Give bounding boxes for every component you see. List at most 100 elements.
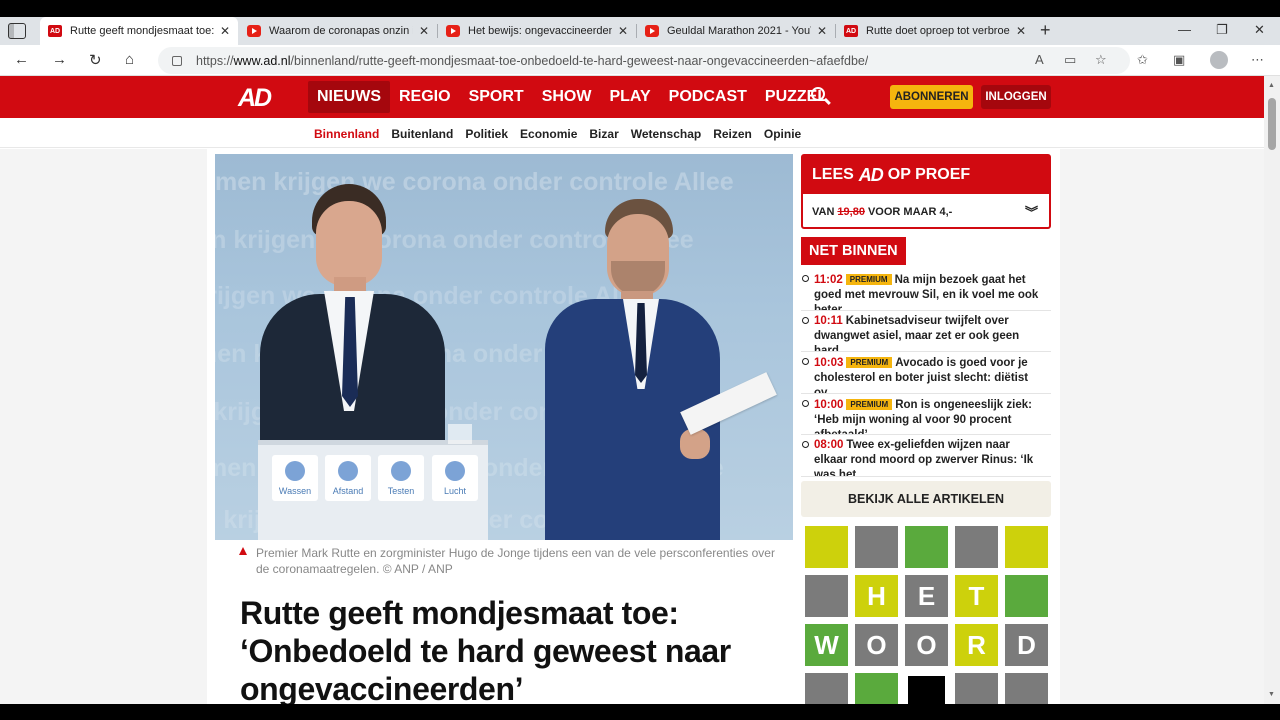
minimize-icon[interactable]: — — [1178, 22, 1191, 37]
browser-tab[interactable]: AD Rutte geeft mondjesmaat toe: 'O ✕ — [40, 17, 238, 45]
news-list: 11:02 PREMIUM Na mijn bezoek gaat het goed… — [801, 269, 1051, 477]
nav-item-play[interactable]: PLAY — [600, 81, 659, 113]
back-icon[interactable]: ← — [14, 51, 29, 68]
news-item[interactable]: 10:03 PREMIUM Avocado is goed voor je chol… — [801, 352, 1051, 394]
news-time: 10:11 — [814, 314, 843, 327]
tab-title: Geuldal Marathon 2021 - YouTub — [667, 25, 811, 37]
url-text[interactable]: https://www.ad.nl/binnenland/rutte-geeft… — [196, 54, 868, 68]
tab-separator — [437, 24, 438, 38]
scrollbar-thumb[interactable] — [1268, 98, 1276, 150]
youtube-favicon-icon — [645, 25, 659, 37]
address-bar[interactable]: https://www.ad.nl/binnenland/rutte-geeft… — [158, 47, 1130, 74]
scroll-down-icon[interactable]: ▼ — [1268, 691, 1275, 698]
maximize-icon[interactable]: ❐ — [1216, 22, 1228, 38]
word-tile: W — [805, 624, 848, 666]
letterbox-bottom — [0, 704, 1280, 720]
premium-badge: PREMIUM — [845, 274, 892, 285]
refresh-icon[interactable]: ↻ — [89, 51, 102, 69]
trial-offer[interactable]: VAN 19,80 VOOR MAAR 4,- ︾ — [803, 194, 1049, 229]
sign-afstand: Afstand — [325, 455, 371, 501]
close-window-icon[interactable]: ✕ — [1254, 22, 1265, 38]
main-nav: NIEUWS REGIO SPORT SHOW PLAY PODCAST PUZZEL — [308, 81, 836, 113]
caption-triangle-icon — [239, 547, 247, 555]
word-tile — [955, 526, 998, 568]
close-tab-icon[interactable]: ✕ — [220, 24, 230, 38]
browser-tab[interactable]: Het bewijs: ongevaccineerden pe ✕ — [438, 17, 636, 45]
subnav-item-buitenland[interactable]: Buitenland — [391, 127, 453, 141]
all-articles-button[interactable]: BEKIJK ALLE ARTIKELEN — [801, 481, 1051, 517]
subnav-item-wetenschap[interactable]: Wetenschap — [631, 127, 701, 141]
tab-title: Rutte geeft mondjesmaat toe: 'O — [70, 25, 214, 37]
hero-photo[interactable]: men krijgen we corona onder controle All… — [215, 154, 793, 540]
browser-tab[interactable]: Geuldal Marathon 2021 - YouTub ✕ — [637, 17, 835, 45]
subnav-item-opinie[interactable]: Opinie — [764, 127, 801, 141]
ad-logo[interactable]: AD — [238, 84, 272, 113]
close-tab-icon[interactable]: ✕ — [1016, 24, 1026, 38]
browser-window: AD Rutte geeft mondjesmaat toe: 'O ✕ Waarom… — [0, 0, 1280, 720]
word-tile: H — [855, 575, 898, 617]
read-aloud-icon[interactable]: A — [1035, 52, 1044, 67]
news-item[interactable]: 11:02 PREMIUM Na mijn bezoek gaat het goed… — [801, 269, 1051, 311]
page-scrollbar[interactable]: ▲ ▼ — [1264, 76, 1280, 704]
nav-item-show[interactable]: SHOW — [533, 81, 601, 113]
trial-subscription-box[interactable]: LEES AD OP PROEF VAN 19,80 VOOR MAAR 4,-… — [801, 154, 1051, 229]
subnav-item-bizar[interactable]: Bizar — [589, 127, 618, 141]
chevron-down-icon[interactable]: ︾ — [1025, 202, 1038, 221]
home-icon[interactable]: ⌂ — [125, 51, 134, 68]
premium-badge: PREMIUM — [846, 398, 893, 410]
word-tile — [805, 526, 848, 568]
subscribe-button[interactable]: ABONNEREN — [890, 85, 973, 109]
close-tab-icon[interactable]: ✕ — [419, 24, 429, 38]
tab-actions-icon[interactable] — [8, 23, 26, 39]
more-menu-icon[interactable]: ⋯ — [1251, 52, 1264, 68]
sub-nav: Binnenland Buitenland Politiek Economie Biza… — [0, 118, 1264, 148]
word-tile — [1005, 526, 1048, 568]
site-header: AD NIEUWS REGIO SPORT SHOW PLAY PODCAST PUZZEL… — [0, 76, 1264, 118]
search-icon[interactable] — [811, 87, 825, 101]
browser-tab[interactable]: AD Rutte doet oproep tot verbroede ✕ — [836, 17, 1034, 45]
immersive-reader-icon[interactable]: ▭ — [1064, 52, 1076, 68]
login-button[interactable]: INLOGGEN — [981, 85, 1051, 109]
nav-item-regio[interactable]: REGIO — [390, 81, 460, 113]
word-tile — [805, 575, 848, 617]
tab-separator — [636, 24, 637, 38]
news-item[interactable]: 08:00 Twee ex-geliefden wijzen naar elkaa… — [801, 435, 1051, 477]
news-item[interactable]: 10:00 PREMIUM Ron is ongeneeslijk ziek: ‘H… — [801, 394, 1051, 435]
word-tile — [855, 526, 898, 568]
news-title: Kabinetsadviseur twijfelt over dwangwet … — [814, 314, 1020, 352]
close-tab-icon[interactable]: ✕ — [817, 24, 827, 38]
favorites-icon[interactable]: ✩ — [1137, 52, 1148, 68]
subnav-item-reizen[interactable]: Reizen — [713, 127, 752, 141]
subnav-item-economie[interactable]: Economie — [520, 127, 577, 141]
subnav-item-binnenland[interactable]: Binnenland — [314, 127, 379, 141]
person-right — [545, 199, 725, 540]
tab-title: Rutte doet oproep tot verbroede — [866, 25, 1010, 37]
subnav-item-politiek[interactable]: Politiek — [465, 127, 508, 141]
word-tile: R — [955, 624, 998, 666]
word-tile: O — [855, 624, 898, 666]
nav-item-nieuws[interactable]: NIEUWS — [308, 81, 390, 113]
ad-favicon-icon: AD — [48, 25, 62, 37]
browser-tab[interactable]: Waarom de coronapas onzin is. · ✕ — [239, 17, 437, 45]
word-tile — [1005, 575, 1048, 617]
nav-item-sport[interactable]: SPORT — [460, 81, 533, 113]
photo-caption: Premier Mark Rutte en zorgminister Hugo … — [239, 545, 780, 577]
word-tile: T — [955, 575, 998, 617]
nav-item-podcast[interactable]: PODCAST — [660, 81, 756, 113]
collections-icon[interactable]: ▣ — [1173, 52, 1185, 68]
forward-icon[interactable]: → — [52, 51, 67, 68]
news-time: 10:03 — [814, 357, 844, 369]
scroll-up-icon[interactable]: ▲ — [1268, 82, 1275, 89]
news-item[interactable]: 10:11 Kabinetsadviseur twijfelt over dwan… — [801, 311, 1051, 352]
favorite-star-icon[interactable]: ☆ — [1095, 52, 1107, 68]
youtube-favicon-icon — [247, 25, 261, 37]
tab-title: Waarom de coronapas onzin is. · — [269, 25, 413, 37]
net-binnen-heading: NET BINNEN — [801, 237, 906, 265]
tab-title: Het bewijs: ongevaccineerden pe — [468, 25, 612, 37]
lock-icon[interactable] — [172, 55, 182, 66]
new-tab-button[interactable]: + — [1040, 20, 1051, 41]
profile-avatar[interactable] — [1210, 51, 1228, 69]
close-tab-icon[interactable]: ✕ — [618, 24, 628, 38]
ad-favicon-icon: AD — [844, 25, 858, 37]
sign-lucht: Lucht — [432, 455, 478, 501]
